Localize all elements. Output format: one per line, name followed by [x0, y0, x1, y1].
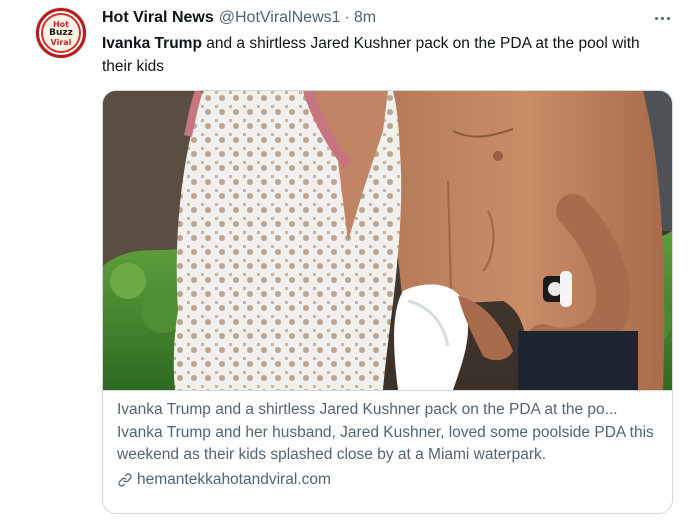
- avatar-logo: Hot Buzz Viral: [41, 13, 81, 53]
- author-name[interactable]: Hot Viral News: [102, 9, 214, 27]
- card-domain-link[interactable]: hemantekkahotandviral.com: [117, 469, 658, 491]
- card-description: Ivanka Trump and her husband, Jared Kush…: [117, 424, 654, 463]
- tweet-text: Ivanka Trump and a shirtless Jared Kushn…: [102, 32, 672, 78]
- card-meta: Ivanka Trump and a shirtless Jared Kushn…: [103, 390, 672, 513]
- avatar[interactable]: Hot Buzz Viral: [36, 8, 86, 58]
- tweet-text-bold: Ivanka Trump: [102, 35, 202, 52]
- tweet-header: Hot Viral News @HotViralNews1 · 8m: [102, 8, 376, 28]
- card-title[interactable]: Ivanka Trump and a shirtless Jared Kushn…: [117, 399, 658, 421]
- avatar-logo-line3: Viral: [50, 37, 72, 47]
- more-icon[interactable]: [650, 8, 674, 28]
- card-photo: [103, 91, 672, 390]
- card-image[interactable]: [103, 91, 672, 390]
- link-icon: [118, 473, 132, 487]
- separator-dot: ·: [344, 9, 350, 26]
- card-domain[interactable]: hemantekkahotandviral.com: [137, 469, 331, 491]
- tweet[interactable]: Hot Buzz Viral Hot Viral News @HotViralN…: [0, 0, 700, 521]
- more-dot: [666, 16, 670, 20]
- more-dot: [660, 16, 664, 20]
- avatar-logo-line2: Buzz: [49, 27, 73, 38]
- timestamp[interactable]: 8m: [354, 9, 376, 27]
- link-preview-card[interactable]: Ivanka Trump and a shirtless Jared Kushn…: [102, 90, 673, 514]
- more-dot: [654, 16, 658, 20]
- author-handle[interactable]: @HotViralNews1: [219, 9, 341, 27]
